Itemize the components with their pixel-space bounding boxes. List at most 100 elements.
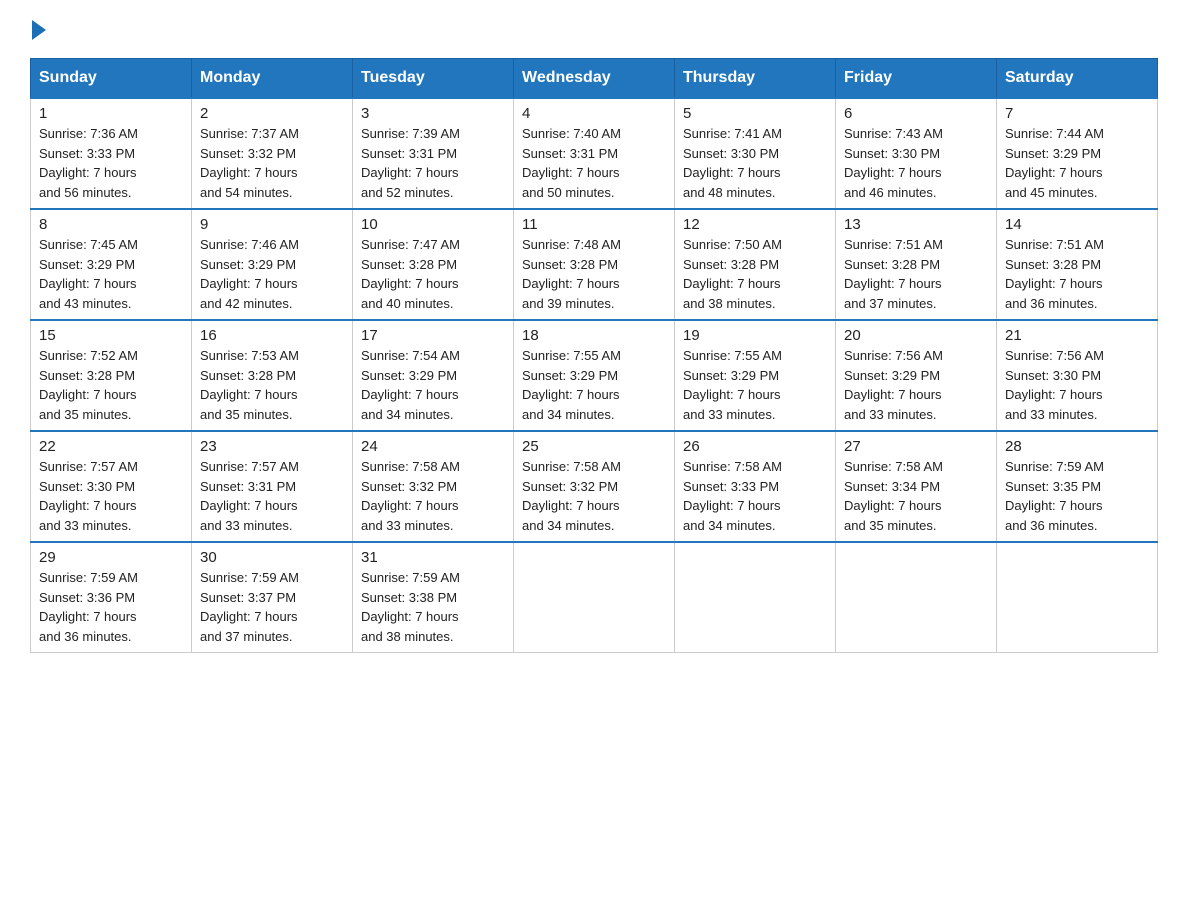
day-number: 4 [522, 105, 666, 122]
day-number: 17 [361, 327, 505, 344]
day-number: 31 [361, 549, 505, 566]
calendar-day-cell: 11 Sunrise: 7:48 AMSunset: 3:28 PMDaylig… [514, 209, 675, 320]
day-info: Sunrise: 7:43 AMSunset: 3:30 PMDaylight:… [844, 126, 943, 200]
day-info: Sunrise: 7:58 AMSunset: 3:33 PMDaylight:… [683, 459, 782, 533]
calendar-day-cell: 31 Sunrise: 7:59 AMSunset: 3:38 PMDaylig… [353, 542, 514, 653]
calendar-header: SundayMondayTuesdayWednesdayThursdayFrid… [31, 59, 1158, 99]
calendar-day-cell: 5 Sunrise: 7:41 AMSunset: 3:30 PMDayligh… [675, 98, 836, 209]
calendar-day-cell: 8 Sunrise: 7:45 AMSunset: 3:29 PMDayligh… [31, 209, 192, 320]
day-info: Sunrise: 7:45 AMSunset: 3:29 PMDaylight:… [39, 237, 138, 311]
day-number: 7 [1005, 105, 1149, 122]
day-number: 27 [844, 438, 988, 455]
day-number: 21 [1005, 327, 1149, 344]
calendar-day-cell: 13 Sunrise: 7:51 AMSunset: 3:28 PMDaylig… [836, 209, 997, 320]
day-number: 3 [361, 105, 505, 122]
calendar-day-cell [514, 542, 675, 653]
calendar-day-cell: 4 Sunrise: 7:40 AMSunset: 3:31 PMDayligh… [514, 98, 675, 209]
calendar-day-cell: 7 Sunrise: 7:44 AMSunset: 3:29 PMDayligh… [997, 98, 1158, 209]
day-number: 14 [1005, 216, 1149, 233]
calendar-day-cell: 26 Sunrise: 7:58 AMSunset: 3:33 PMDaylig… [675, 431, 836, 542]
day-info: Sunrise: 7:48 AMSunset: 3:28 PMDaylight:… [522, 237, 621, 311]
calendar-day-cell: 23 Sunrise: 7:57 AMSunset: 3:31 PMDaylig… [192, 431, 353, 542]
day-info: Sunrise: 7:55 AMSunset: 3:29 PMDaylight:… [683, 348, 782, 422]
calendar-week-row: 22 Sunrise: 7:57 AMSunset: 3:30 PMDaylig… [31, 431, 1158, 542]
day-info: Sunrise: 7:44 AMSunset: 3:29 PMDaylight:… [1005, 126, 1104, 200]
day-number: 12 [683, 216, 827, 233]
day-number: 26 [683, 438, 827, 455]
calendar-body: 1 Sunrise: 7:36 AMSunset: 3:33 PMDayligh… [31, 98, 1158, 653]
calendar-day-cell: 16 Sunrise: 7:53 AMSunset: 3:28 PMDaylig… [192, 320, 353, 431]
days-of-week-row: SundayMondayTuesdayWednesdayThursdayFrid… [31, 59, 1158, 99]
day-info: Sunrise: 7:58 AMSunset: 3:34 PMDaylight:… [844, 459, 943, 533]
day-number: 8 [39, 216, 183, 233]
calendar-day-cell: 14 Sunrise: 7:51 AMSunset: 3:28 PMDaylig… [997, 209, 1158, 320]
day-number: 6 [844, 105, 988, 122]
day-info: Sunrise: 7:58 AMSunset: 3:32 PMDaylight:… [522, 459, 621, 533]
day-number: 1 [39, 105, 183, 122]
day-info: Sunrise: 7:58 AMSunset: 3:32 PMDaylight:… [361, 459, 460, 533]
day-info: Sunrise: 7:40 AMSunset: 3:31 PMDaylight:… [522, 126, 621, 200]
day-info: Sunrise: 7:57 AMSunset: 3:30 PMDaylight:… [39, 459, 138, 533]
calendar-day-cell: 18 Sunrise: 7:55 AMSunset: 3:29 PMDaylig… [514, 320, 675, 431]
day-of-week-header: Sunday [31, 59, 192, 99]
calendar-day-cell [836, 542, 997, 653]
day-info: Sunrise: 7:52 AMSunset: 3:28 PMDaylight:… [39, 348, 138, 422]
day-of-week-header: Wednesday [514, 59, 675, 99]
calendar-day-cell: 28 Sunrise: 7:59 AMSunset: 3:35 PMDaylig… [997, 431, 1158, 542]
day-info: Sunrise: 7:47 AMSunset: 3:28 PMDaylight:… [361, 237, 460, 311]
day-info: Sunrise: 7:59 AMSunset: 3:37 PMDaylight:… [200, 570, 299, 644]
day-number: 9 [200, 216, 344, 233]
calendar-day-cell: 1 Sunrise: 7:36 AMSunset: 3:33 PMDayligh… [31, 98, 192, 209]
calendar-day-cell: 2 Sunrise: 7:37 AMSunset: 3:32 PMDayligh… [192, 98, 353, 209]
day-number: 10 [361, 216, 505, 233]
day-number: 15 [39, 327, 183, 344]
day-number: 11 [522, 216, 666, 233]
day-of-week-header: Saturday [997, 59, 1158, 99]
calendar-day-cell: 19 Sunrise: 7:55 AMSunset: 3:29 PMDaylig… [675, 320, 836, 431]
day-number: 18 [522, 327, 666, 344]
day-number: 13 [844, 216, 988, 233]
day-info: Sunrise: 7:39 AMSunset: 3:31 PMDaylight:… [361, 126, 460, 200]
day-number: 30 [200, 549, 344, 566]
day-info: Sunrise: 7:56 AMSunset: 3:29 PMDaylight:… [844, 348, 943, 422]
day-info: Sunrise: 7:59 AMSunset: 3:35 PMDaylight:… [1005, 459, 1104, 533]
calendar-day-cell: 29 Sunrise: 7:59 AMSunset: 3:36 PMDaylig… [31, 542, 192, 653]
day-info: Sunrise: 7:56 AMSunset: 3:30 PMDaylight:… [1005, 348, 1104, 422]
calendar-day-cell: 17 Sunrise: 7:54 AMSunset: 3:29 PMDaylig… [353, 320, 514, 431]
logo-arrow-icon [32, 20, 46, 40]
calendar-week-row: 29 Sunrise: 7:59 AMSunset: 3:36 PMDaylig… [31, 542, 1158, 653]
day-of-week-header: Friday [836, 59, 997, 99]
calendar-day-cell: 3 Sunrise: 7:39 AMSunset: 3:31 PMDayligh… [353, 98, 514, 209]
day-of-week-header: Tuesday [353, 59, 514, 99]
day-info: Sunrise: 7:59 AMSunset: 3:36 PMDaylight:… [39, 570, 138, 644]
calendar-week-row: 15 Sunrise: 7:52 AMSunset: 3:28 PMDaylig… [31, 320, 1158, 431]
calendar-day-cell: 24 Sunrise: 7:58 AMSunset: 3:32 PMDaylig… [353, 431, 514, 542]
day-info: Sunrise: 7:51 AMSunset: 3:28 PMDaylight:… [1005, 237, 1104, 311]
calendar-day-cell: 22 Sunrise: 7:57 AMSunset: 3:30 PMDaylig… [31, 431, 192, 542]
calendar-day-cell: 12 Sunrise: 7:50 AMSunset: 3:28 PMDaylig… [675, 209, 836, 320]
day-of-week-header: Monday [192, 59, 353, 99]
calendar-table: SundayMondayTuesdayWednesdayThursdayFrid… [30, 58, 1158, 653]
calendar-day-cell: 21 Sunrise: 7:56 AMSunset: 3:30 PMDaylig… [997, 320, 1158, 431]
calendar-day-cell: 30 Sunrise: 7:59 AMSunset: 3:37 PMDaylig… [192, 542, 353, 653]
calendar-day-cell: 20 Sunrise: 7:56 AMSunset: 3:29 PMDaylig… [836, 320, 997, 431]
day-number: 19 [683, 327, 827, 344]
calendar-day-cell: 6 Sunrise: 7:43 AMSunset: 3:30 PMDayligh… [836, 98, 997, 209]
day-info: Sunrise: 7:37 AMSunset: 3:32 PMDaylight:… [200, 126, 299, 200]
calendar-day-cell [675, 542, 836, 653]
calendar-week-row: 8 Sunrise: 7:45 AMSunset: 3:29 PMDayligh… [31, 209, 1158, 320]
day-info: Sunrise: 7:59 AMSunset: 3:38 PMDaylight:… [361, 570, 460, 644]
day-number: 29 [39, 549, 183, 566]
day-number: 5 [683, 105, 827, 122]
calendar-day-cell: 27 Sunrise: 7:58 AMSunset: 3:34 PMDaylig… [836, 431, 997, 542]
day-info: Sunrise: 7:36 AMSunset: 3:33 PMDaylight:… [39, 126, 138, 200]
calendar-day-cell: 9 Sunrise: 7:46 AMSunset: 3:29 PMDayligh… [192, 209, 353, 320]
day-number: 20 [844, 327, 988, 344]
day-number: 24 [361, 438, 505, 455]
calendar-day-cell: 10 Sunrise: 7:47 AMSunset: 3:28 PMDaylig… [353, 209, 514, 320]
day-number: 22 [39, 438, 183, 455]
day-of-week-header: Thursday [675, 59, 836, 99]
day-number: 2 [200, 105, 344, 122]
calendar-week-row: 1 Sunrise: 7:36 AMSunset: 3:33 PMDayligh… [31, 98, 1158, 209]
day-number: 23 [200, 438, 344, 455]
